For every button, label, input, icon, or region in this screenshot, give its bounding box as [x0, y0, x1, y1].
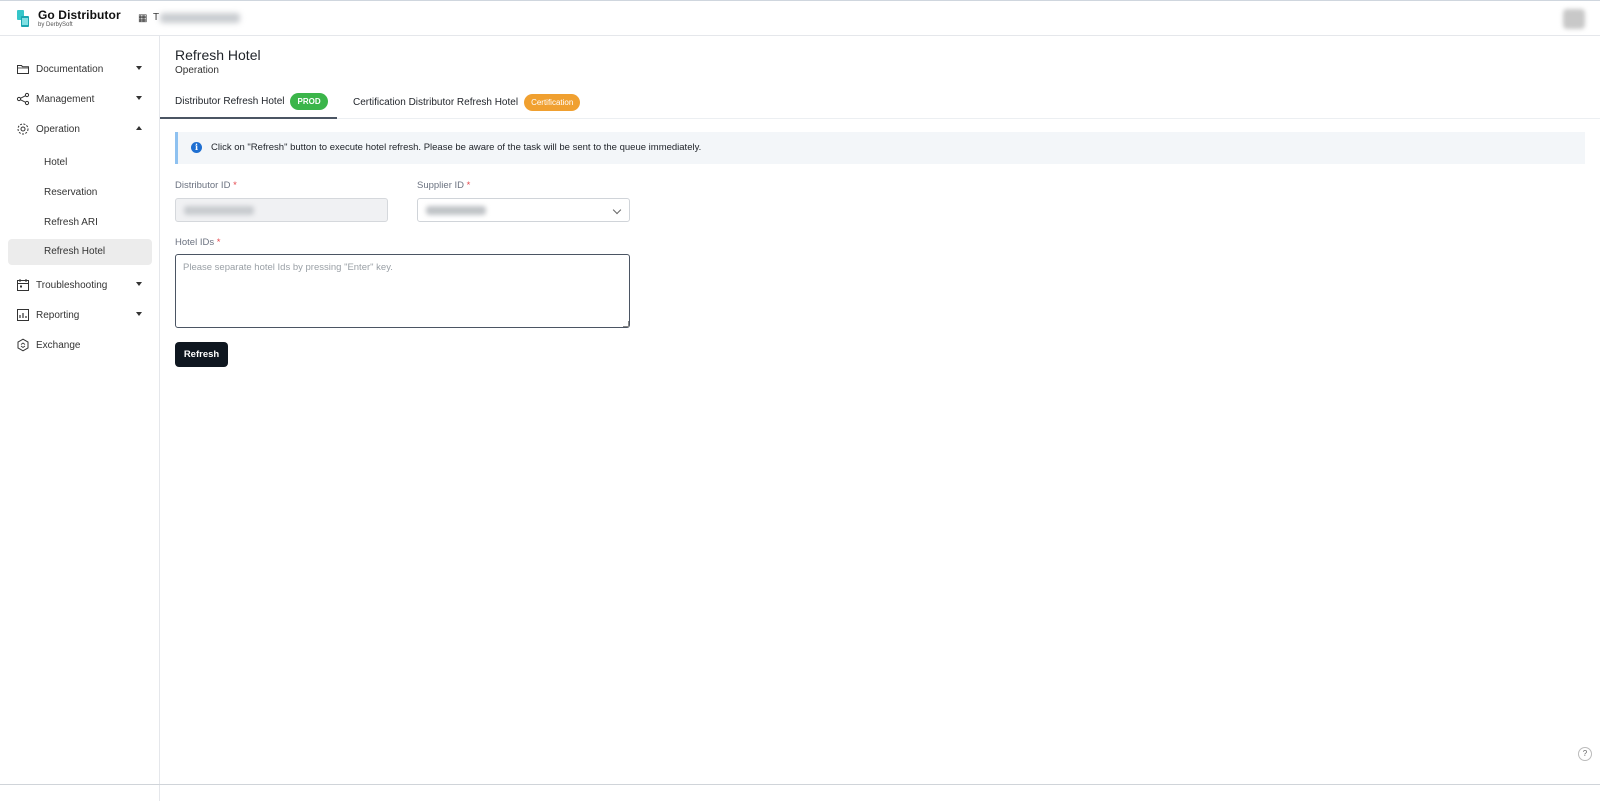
sidebar-subitem-label: Hotel: [44, 157, 68, 168]
chevron-down-icon: [612, 205, 622, 215]
sidebar-item-label: Documentation: [36, 63, 104, 75]
sidebar-subitem-refresh-hotel[interactable]: Refresh Hotel: [8, 239, 152, 265]
distributor-id-value-redacted: [184, 206, 254, 215]
sidebar-item-operation[interactable]: Operation: [8, 116, 152, 142]
avatar[interactable]: [1563, 9, 1585, 29]
sidebar-subitem-label: Refresh Hotel: [44, 246, 106, 257]
share-icon: [16, 92, 30, 106]
sidebar-item-reporting[interactable]: Reporting: [8, 302, 152, 328]
bottom-divider: [0, 784, 1600, 785]
info-alert: i Click on "Refresh" button to execute h…: [175, 132, 1585, 164]
report-icon: [17, 309, 29, 321]
account-name[interactable]: T: [153, 12, 159, 23]
prod-badge: PROD: [290, 93, 328, 110]
sidebar-subitem-label: Reservation: [44, 187, 98, 198]
hotel-ids-label: Hotel IDs *: [175, 237, 220, 248]
calendar-icon: [17, 279, 29, 291]
sidebar-item-exchange[interactable]: Exchange: [8, 332, 152, 358]
tab-distributor-refresh-hotel[interactable]: Distributor Refresh Hotel PROD: [160, 86, 337, 119]
distributor-id-label: Distributor ID *: [175, 180, 237, 191]
tab-label: Distributor Refresh Hotel: [175, 96, 285, 107]
sidebar-subitem-refresh-ari[interactable]: Refresh ARI: [8, 210, 152, 236]
sidebar-subitem-label: Refresh ARI: [44, 217, 98, 228]
sidebar-item-label: Reporting: [36, 309, 80, 321]
chevron-down-icon: [136, 282, 142, 286]
info-alert-text: Click on "Refresh" button to execute hot…: [211, 142, 702, 153]
account-name-redacted: [160, 13, 240, 23]
gear-icon: [17, 123, 29, 135]
sidebar-item-label: Operation: [36, 123, 80, 135]
sidebar-item-documentation[interactable]: Documentation: [8, 56, 152, 82]
sidebar-item-troubleshooting[interactable]: Troubleshooting: [8, 272, 152, 298]
sidebar-item-label: Management: [36, 93, 95, 105]
sidebar-subitem-hotel[interactable]: Hotel: [8, 150, 152, 176]
hotel-ids-label-text: Hotel IDs: [175, 237, 215, 248]
tab-bar: Distributor Refresh Hotel PROD Certifica…: [160, 86, 1600, 119]
sidebar-subitem-reservation[interactable]: Reservation: [8, 180, 152, 206]
refresh-button[interactable]: Refresh: [175, 342, 228, 367]
distributor-id-field: [175, 198, 388, 222]
supplier-id-value-redacted: [426, 206, 486, 215]
hotel-ids-textarea[interactable]: [175, 254, 630, 328]
sidebar: Documentation Management Operation Hotel…: [0, 36, 160, 801]
building-icon: ▦: [138, 13, 148, 24]
brand-subtitle: by DerbySoft: [38, 22, 73, 28]
info-icon: i: [191, 142, 202, 153]
required-mark: *: [216, 237, 221, 248]
hexagon-icon: [17, 338, 29, 352]
main-content: Refresh Hotel Operation Distributor Refr…: [160, 36, 1600, 801]
required-mark: *: [233, 180, 237, 191]
sidebar-item-label: Troubleshooting: [36, 279, 108, 291]
sidebar-item-label: Exchange: [36, 339, 81, 351]
page-title: Refresh Hotel: [175, 47, 261, 63]
brand-title[interactable]: Go Distributor: [38, 8, 121, 22]
chevron-down-icon: [136, 96, 142, 100]
supplier-id-label-text: Supplier ID: [417, 180, 464, 191]
page-subtitle: Operation: [175, 65, 219, 76]
chevron-down-icon: [136, 66, 142, 70]
supplier-id-label: Supplier ID *: [417, 180, 470, 191]
folder-icon: [17, 65, 29, 74]
top-header: Go Distributor by DerbySoft ▦ T: [0, 0, 1600, 36]
required-mark: *: [466, 180, 471, 191]
distributor-id-label-text: Distributor ID: [175, 180, 231, 191]
go-distributor-logo-icon[interactable]: [17, 10, 31, 28]
tab-certification-distributor-refresh-hotel[interactable]: Certification Distributor Refresh Hotel …: [353, 86, 581, 119]
tab-label: Certification Distributor Refresh Hotel: [353, 97, 519, 108]
help-icon[interactable]: ?: [1578, 747, 1592, 761]
chevron-down-icon: [136, 312, 142, 316]
certification-badge: Certification: [524, 94, 581, 111]
sidebar-item-management[interactable]: Management: [8, 86, 152, 112]
chevron-up-icon: [136, 126, 142, 130]
supplier-id-select[interactable]: [417, 198, 630, 222]
